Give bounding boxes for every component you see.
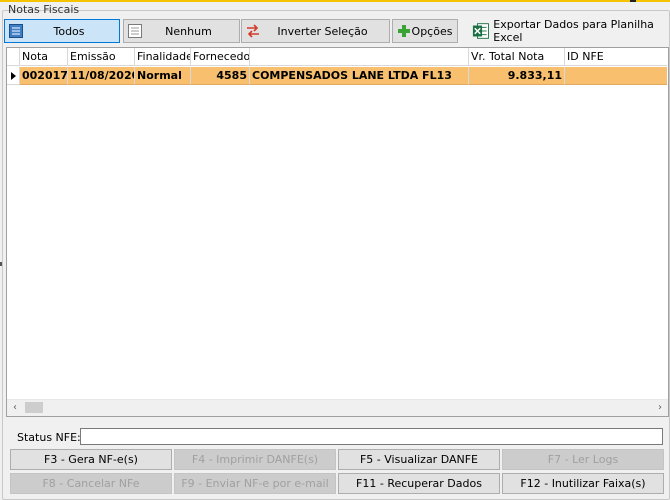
f3-gera-nfe-button[interactable]: F3 - Gera NF-e(s) xyxy=(10,449,172,470)
header-vr-total-nota[interactable]: Vr. Total Nota xyxy=(469,48,565,66)
scroll-thumb[interactable] xyxy=(25,402,43,413)
exportar-excel-label: Exportar Dados para Planilha Excel xyxy=(493,18,654,44)
header-emissao[interactable]: Emissão xyxy=(68,48,135,66)
exportar-excel-button[interactable]: Exportar Dados para Planilha Excel xyxy=(472,18,670,44)
header-finalidade[interactable]: Finalidade xyxy=(135,48,191,66)
current-row-arrow-icon xyxy=(10,71,16,80)
horizontal-scrollbar[interactable]: ‹ › xyxy=(7,399,668,416)
grid-header: Nota Emissão Finalidade Fornecedor Vr. T… xyxy=(7,48,668,66)
notas-grid[interactable]: Nota Emissão Finalidade Fornecedor Vr. T… xyxy=(6,47,669,417)
header-indicator xyxy=(7,48,20,66)
f8-cancelar-nfe-button[interactable]: F8 - Cancelar NFe xyxy=(10,473,172,494)
status-nfe-field[interactable] xyxy=(80,428,663,445)
table-row[interactable]: 002017 11/08/2020 Normal 4585 COMPENSADO… xyxy=(7,67,668,85)
header-fornecedor[interactable]: Fornecedor xyxy=(191,48,250,66)
cell-emissao[interactable]: 11/08/2020 xyxy=(68,67,135,85)
cell-finalidade[interactable]: Normal xyxy=(135,67,191,85)
f11-recuperar-dados-button[interactable]: F11 - Recuperar Dados xyxy=(338,473,500,494)
f4-imprimir-danfe-button[interactable]: F4 - Imprimir DANFE(s) xyxy=(174,449,336,470)
header-fornecedor-nome[interactable] xyxy=(250,48,469,66)
top-strip-marker xyxy=(630,0,636,2)
top-accent-strip xyxy=(0,0,670,2)
cell-nota[interactable]: 002017 xyxy=(20,67,68,85)
plus-icon xyxy=(398,25,410,37)
todos-button[interactable]: Todos xyxy=(4,19,120,43)
cell-fornecedor-codigo[interactable]: 4585 xyxy=(191,67,250,85)
f5-visualizar-danfe-button[interactable]: F5 - Visualizar DANFE xyxy=(338,449,500,470)
nenhum-label: Nenhum xyxy=(165,24,212,38)
scroll-left-icon[interactable]: ‹ xyxy=(10,403,20,413)
row-indicator xyxy=(7,67,20,85)
list-empty-icon xyxy=(128,24,142,38)
nenhum-button[interactable]: Nenhum xyxy=(123,19,240,43)
todos-label: Todos xyxy=(53,24,85,38)
header-id-nfe[interactable]: ID NFE xyxy=(565,48,667,66)
header-nota[interactable]: Nota xyxy=(20,48,68,66)
list-check-icon xyxy=(9,24,23,38)
opcoes-button[interactable]: Opções xyxy=(392,19,458,43)
swap-arrows-icon xyxy=(247,24,259,38)
inverter-selecao-label: Inverter Seleção xyxy=(277,24,368,38)
inverter-selecao-button[interactable]: Inverter Seleção xyxy=(241,19,390,43)
status-nfe-label: Status NFE: xyxy=(17,431,81,444)
f7-ler-logs-button[interactable]: F7 - Ler Logs xyxy=(502,449,664,470)
excel-icon xyxy=(472,23,489,39)
cell-fornecedor-nome[interactable]: COMPENSADOS LANE LTDA FL13 xyxy=(250,67,469,85)
group-title: Notas Fiscais xyxy=(8,3,80,16)
cell-vr-total-nota[interactable]: 9.833,11 xyxy=(469,67,565,85)
scroll-right-icon[interactable]: › xyxy=(655,403,665,413)
f12-inutilizar-faixa-button[interactable]: F12 - Inutilizar Faixa(s) xyxy=(502,473,664,494)
cell-id-nfe[interactable] xyxy=(565,67,667,85)
f9-enviar-email-button[interactable]: F9 - Enviar NF-e por e-mail xyxy=(174,473,336,494)
